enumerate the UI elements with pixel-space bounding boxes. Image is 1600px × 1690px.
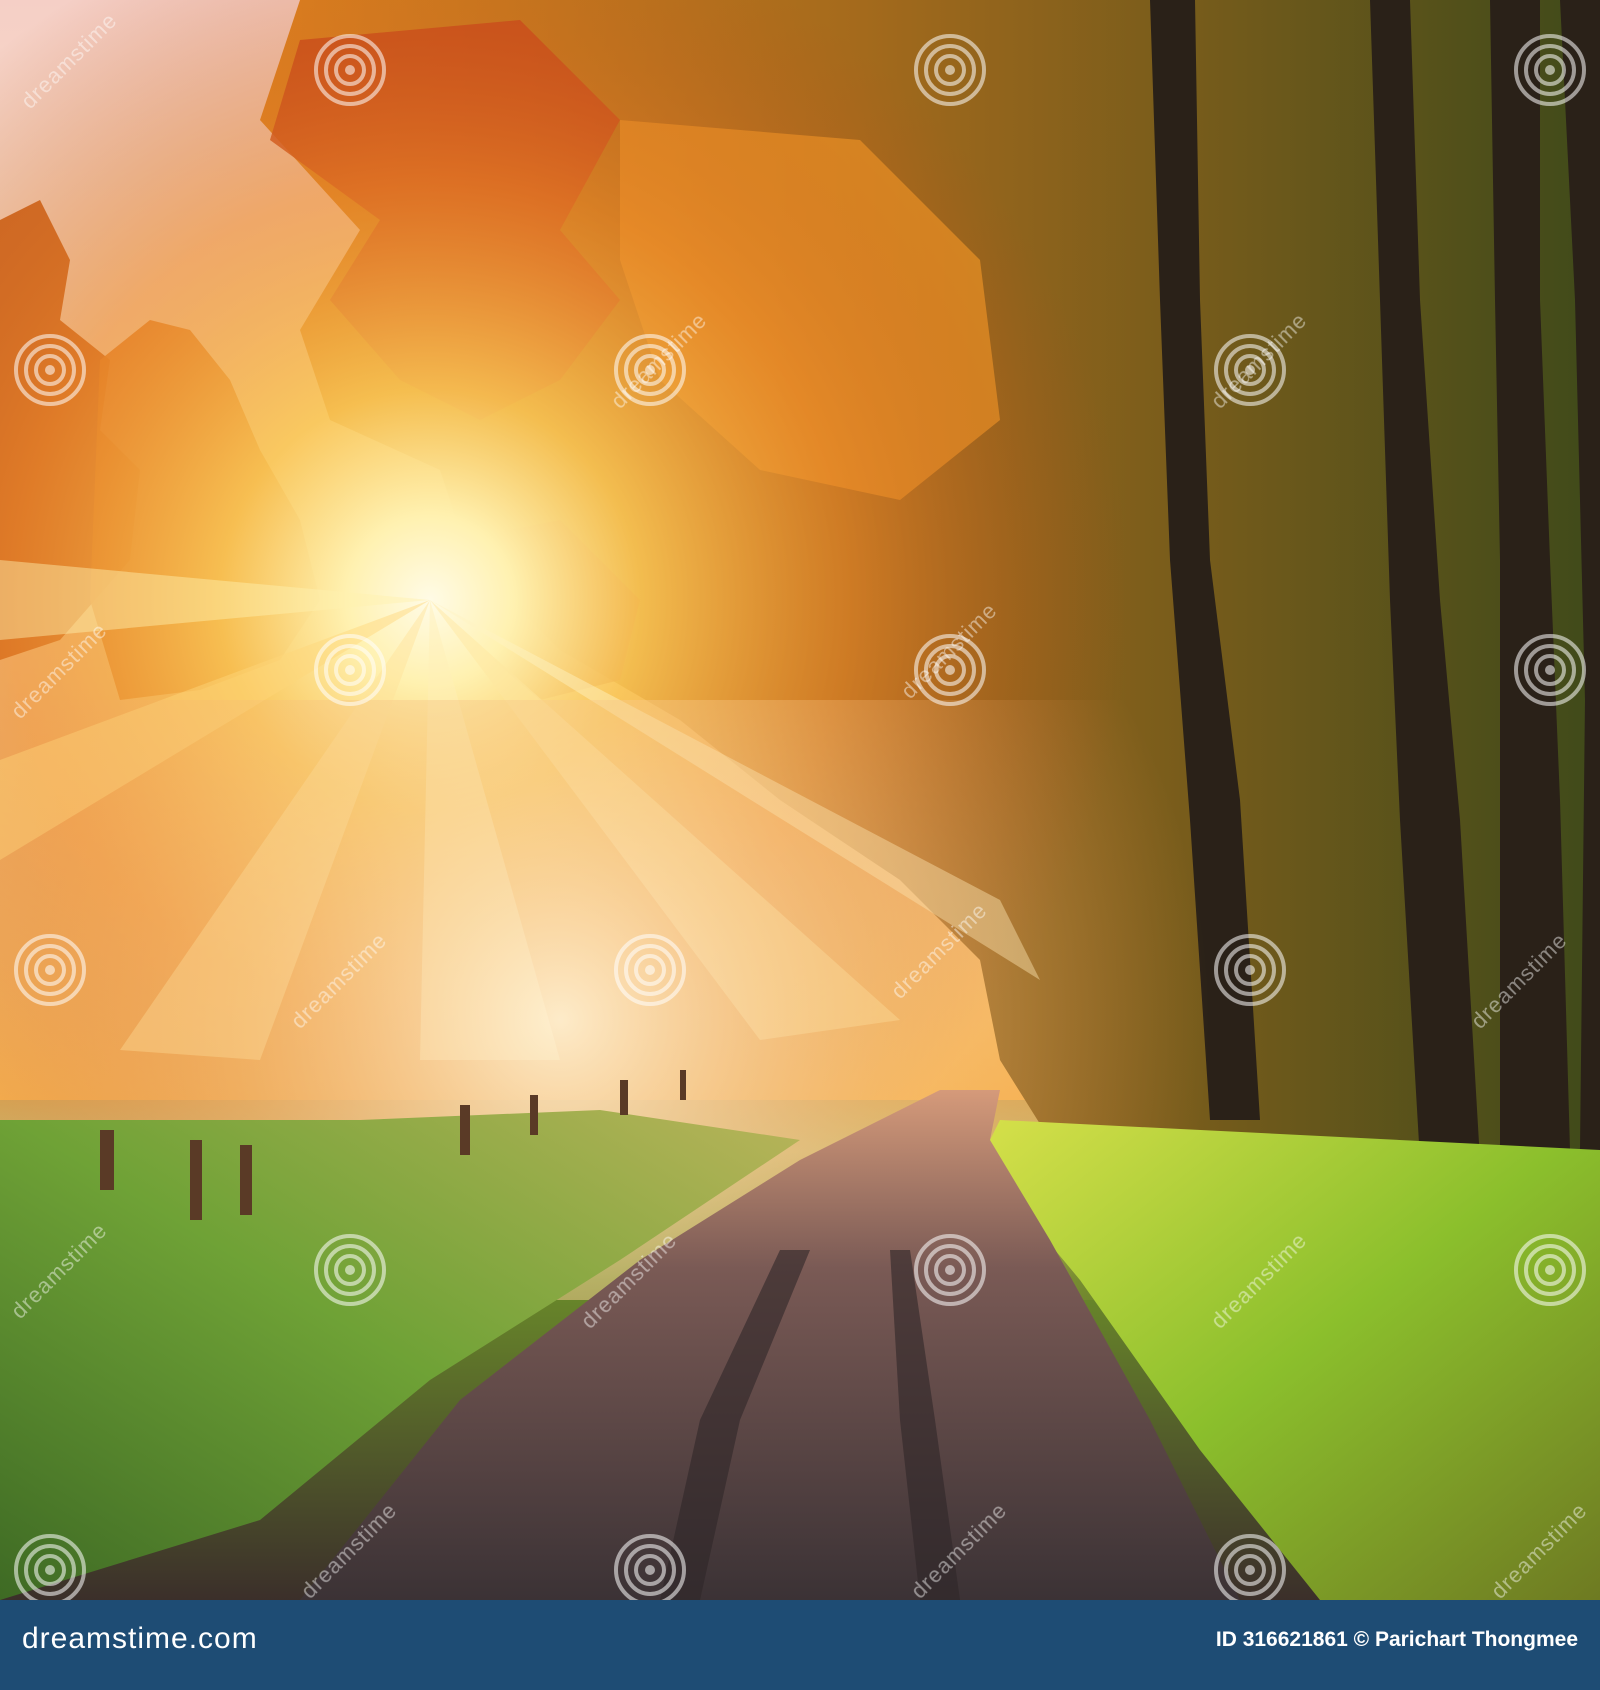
dreamstime-logo[interactable]: dreamstime.com — [22, 1622, 258, 1656]
forest-photo: dreamstime dreamstime dreamstime dreamst… — [0, 0, 1600, 1600]
stock-footer-bar: dreamstime.com ID 316621861 © Parichart … — [0, 1600, 1600, 1690]
forest-scene: dreamstime dreamstime dreamstime dreamst… — [0, 0, 1600, 1600]
image-credit: ID 316621861 © Parichart Thongmee — [1215, 1628, 1578, 1651]
